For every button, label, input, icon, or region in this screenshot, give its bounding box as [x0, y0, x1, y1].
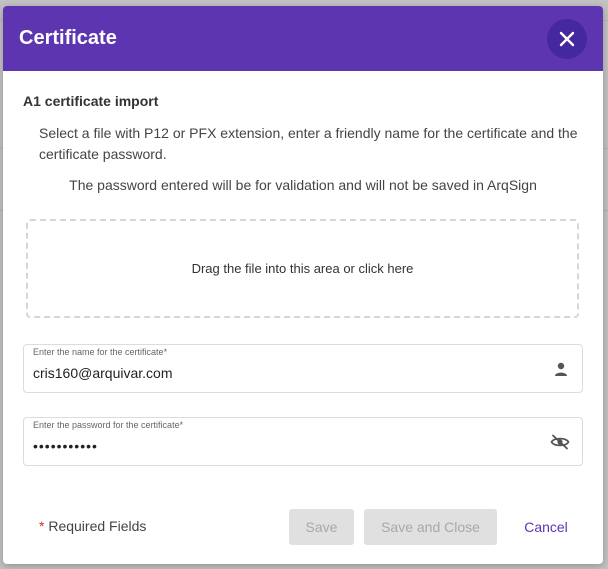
certificate-name-input[interactable]	[33, 365, 533, 381]
section-title: A1 certificate import	[23, 93, 159, 109]
required-fields-note: * Required Fields	[39, 518, 146, 534]
dropzone-text: Drag the file into this area or click he…	[191, 261, 414, 276]
close-button[interactable]	[547, 18, 587, 59]
cancel-button[interactable]: Cancel	[511, 509, 581, 545]
password-notice: The password entered will be for validat…	[69, 177, 537, 193]
certificate-dialog: Certificate A1 certificate import Select…	[3, 6, 603, 564]
certificate-password-field: Enter the password for the certificate*	[23, 417, 583, 466]
dialog-header: Certificate	[3, 6, 603, 71]
certificate-name-label: Enter the name for the certificate*	[33, 347, 168, 357]
person-icon	[552, 360, 570, 378]
save-and-close-button[interactable]: Save and Close	[364, 509, 497, 545]
instructions-text: Select a file with P12 or PFX extension,…	[39, 125, 578, 162]
save-button-label: Save	[305, 519, 338, 535]
cancel-button-label: Cancel	[524, 519, 568, 535]
file-dropzone[interactable]: Drag the file into this area or click he…	[26, 219, 579, 318]
certificate-password-label: Enter the password for the certificate*	[33, 420, 184, 430]
eye-off-icon[interactable]	[550, 433, 570, 451]
dialog-title: Certificate	[19, 27, 117, 49]
certificate-name-field: Enter the name for the certificate*	[23, 344, 583, 393]
save-and-close-button-label: Save and Close	[381, 519, 480, 535]
save-button[interactable]: Save	[289, 509, 354, 545]
certificate-password-input[interactable]	[33, 438, 533, 454]
close-icon	[559, 31, 575, 46]
required-fields-text: Required Fields	[44, 518, 147, 534]
